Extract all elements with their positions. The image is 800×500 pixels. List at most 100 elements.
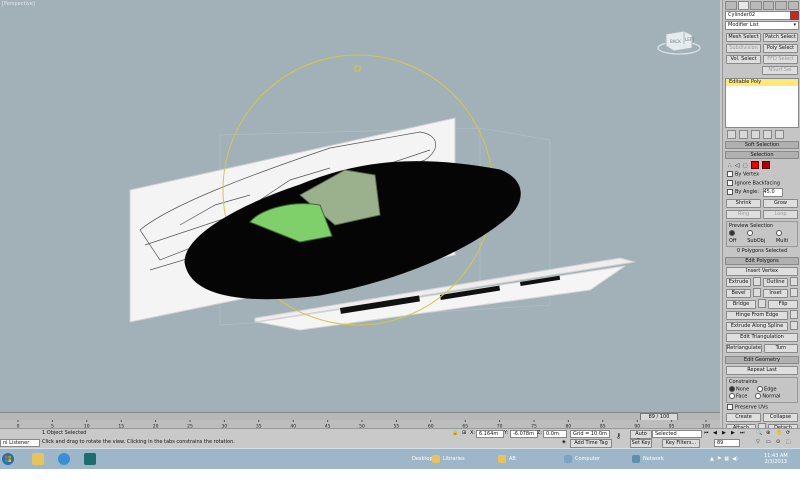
configure-sets-icon[interactable] [775, 130, 784, 139]
constraint-none-radio[interactable] [729, 385, 735, 392]
object-color-swatch[interactable] [790, 11, 799, 20]
edit-polygons-rollout[interactable]: Edit Polygons [725, 256, 799, 265]
maximize-viewport-icon[interactable]: ⬚ [786, 439, 791, 446]
create-button[interactable]: Create [726, 413, 761, 422]
fov-icon[interactable]: ▽ [756, 439, 760, 446]
gizmo-handle-top[interactable] [354, 65, 361, 72]
remove-modifier-icon[interactable] [763, 130, 772, 139]
extrude-button[interactable]: Extrude [726, 277, 751, 287]
poly-select-button[interactable]: Poly Select [763, 44, 798, 53]
vol-select-button[interactable]: Vol. Select [726, 55, 761, 64]
preview-multi-radio[interactable] [775, 230, 782, 236]
next-frame-icon[interactable]: ▶ [731, 430, 735, 437]
grow-button[interactable]: Grow [763, 199, 798, 208]
key-mode-dropdown[interactable]: Selected [652, 430, 702, 438]
taskbar-3dsmax[interactable] [84, 451, 96, 467]
taskbar-computer[interactable]: Computer [564, 451, 600, 467]
tab-hierarchy[interactable] [750, 1, 762, 10]
make-unique-icon[interactable] [751, 130, 760, 139]
by-angle-checkbox[interactable] [727, 188, 733, 195]
current-frame-field[interactable]: 89 [714, 439, 740, 447]
tab-utilities[interactable] [787, 1, 799, 10]
tab-modify[interactable] [737, 1, 749, 10]
taskbar-libraries[interactable]: Libraries [432, 451, 465, 467]
taskbar-desktop-toolbar[interactable]: Desktop [412, 451, 433, 467]
loop-button[interactable]: Loop [763, 210, 798, 219]
flag-icon[interactable]: ⚑ [717, 456, 721, 462]
bevel-settings-icon[interactable] [753, 287, 761, 297]
play-icon[interactable]: ▶ [722, 430, 726, 437]
constraint-edge-radio[interactable] [757, 385, 764, 392]
time-tag-icon[interactable]: ◈ [562, 439, 566, 446]
clock[interactable]: 11:43 AM 2/3/2013 [764, 451, 788, 467]
absolute-mode-icon[interactable]: ⊞ [462, 430, 466, 437]
edge-icon[interactable]: ◁ [735, 162, 740, 169]
show-end-result-icon[interactable] [739, 130, 748, 139]
patch-select-button[interactable]: Patch Select [763, 33, 798, 42]
outline-settings-icon[interactable] [790, 276, 798, 286]
hinge-from-edge-button[interactable]: Hinge From Edge [726, 310, 788, 320]
taskbar-network[interactable]: Network [632, 451, 664, 467]
object-name-field[interactable]: Cylinder02 [725, 11, 799, 20]
add-time-tag-button[interactable]: Add Time Tag [570, 439, 612, 448]
tab-display[interactable] [775, 1, 787, 10]
hinge-settings-icon[interactable] [790, 309, 798, 319]
walkthrough-icon[interactable]: ⊙ [776, 439, 780, 446]
taskbar-ab[interactable]: AB [498, 451, 516, 467]
scene-canvas[interactable] [0, 0, 720, 412]
y-coordinate-field[interactable]: -6.078m [510, 430, 538, 438]
selection-rollout[interactable]: Selection [725, 151, 799, 159]
trackbar[interactable]: 0 5 10 15 20 25 30 35 40 45 50 55 60 65 70 75 80 85 90 95 10… [0, 420, 720, 430]
goto-start-icon[interactable]: ⏮ [704, 430, 709, 437]
soft-selection-rollout[interactable]: Soft Selection [725, 141, 799, 149]
repeat-last-button[interactable]: Repeat Last [726, 365, 798, 375]
key-icon[interactable]: ⚷ [616, 433, 621, 440]
constraint-face-radio[interactable] [729, 393, 735, 399]
z-coordinate-field[interactable]: 0.0m [543, 430, 567, 438]
extrude-along-spline-button[interactable]: Extrude Along Spline [726, 321, 788, 331]
pin-stack-icon[interactable] [727, 130, 736, 139]
taskbar-ie[interactable] [58, 451, 70, 467]
ignore-backfacing-checkbox[interactable] [727, 179, 733, 186]
tab-motion[interactable] [762, 1, 774, 10]
retriangulate-button[interactable]: Retriangulate [726, 343, 762, 353]
x-coordinate-field[interactable]: 6.164m [476, 430, 504, 438]
border-icon[interactable]: ◌ [742, 162, 747, 169]
extrude-settings-icon[interactable] [753, 276, 761, 286]
inset-settings-icon[interactable] [790, 287, 798, 297]
mesh-select-button[interactable]: Mesh Select [726, 33, 761, 42]
inset-button[interactable]: Inset [763, 288, 788, 298]
collapse-button[interactable]: Collapse [763, 413, 798, 422]
tab-create[interactable] [725, 1, 737, 10]
insert-vertex-button[interactable]: Insert Vertex [726, 266, 798, 276]
turn-button[interactable]: Turn [763, 343, 798, 353]
goto-end-icon[interactable]: ⏭ [740, 430, 745, 437]
prev-frame-icon[interactable]: ◀ [713, 430, 717, 437]
lock-selection-icon[interactable]: 🔒 [452, 430, 458, 437]
ring-button[interactable]: Ring [726, 210, 761, 219]
zoom-icon[interactable]: 🔍 [756, 430, 762, 437]
stack-item-editable-poly[interactable]: Editable Poly [726, 79, 798, 86]
edit-geometry-rollout[interactable]: Edit Geometry [725, 355, 799, 364]
bevel-button[interactable]: Bevel [726, 288, 751, 298]
preview-off-radio[interactable] [729, 230, 735, 236]
tray-expand-icon[interactable]: ▲ [710, 456, 714, 462]
network-tray-icon[interactable]: ▦ [724, 456, 729, 462]
key-filters-button[interactable]: Key Filters... [662, 439, 700, 448]
bridge-button[interactable]: Bridge [726, 299, 756, 309]
viewcube[interactable]: BACK LEFT [656, 26, 702, 56]
preserve-uvs-checkbox[interactable] [727, 403, 733, 410]
perspective-viewport[interactable]: [Perspective] BACK LEFT [0, 0, 720, 412]
shrink-button[interactable]: Shrink [726, 199, 761, 208]
subdivision-button[interactable]: Subdivision [726, 44, 761, 53]
preview-subobj-radio[interactable] [747, 230, 754, 236]
modifier-list-dropdown[interactable]: Modifier List ▾ [725, 21, 799, 30]
flip-button[interactable]: Flip [768, 299, 798, 309]
maxscript-listener[interactable]: ni Listener [0, 439, 40, 447]
zoom-all-icon[interactable]: ⊕ [766, 430, 770, 437]
vertex-icon[interactable]: ∴ [728, 162, 732, 169]
outline-button[interactable]: Outline [763, 277, 788, 287]
ffd-select-button[interactable]: FFD Select [763, 55, 798, 64]
element-icon[interactable] [761, 161, 770, 169]
polygon-icon[interactable] [750, 161, 759, 169]
